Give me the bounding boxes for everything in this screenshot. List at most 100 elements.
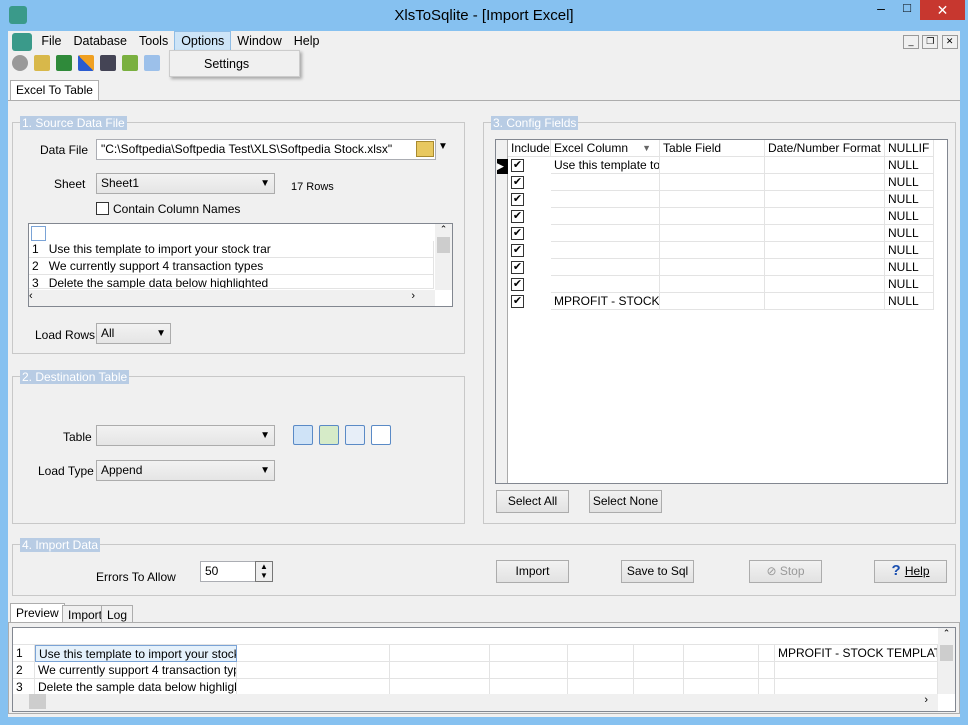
- format-cell[interactable]: [765, 174, 885, 191]
- table-field-cell[interactable]: [660, 225, 765, 242]
- excel-column-cell[interactable]: [551, 225, 660, 242]
- table-select[interactable]: ▼: [96, 425, 275, 446]
- window-icon[interactable]: [122, 55, 138, 71]
- preview-cell[interactable]: [684, 645, 759, 662]
- mdi-restore-button[interactable]: ❐: [922, 35, 939, 49]
- view-table-icon[interactable]: [345, 425, 365, 445]
- format-cell[interactable]: [765, 293, 885, 310]
- select-none-button[interactable]: Select None: [589, 490, 662, 513]
- help-button[interactable]: ? Help: [874, 560, 947, 583]
- list-icon[interactable]: [144, 55, 160, 71]
- data-file-dropdown-icon[interactable]: ▼: [438, 141, 448, 152]
- nullif-cell[interactable]: NULL: [885, 191, 934, 208]
- include-checkbox[interactable]: ✔: [511, 295, 524, 308]
- include-checkbox[interactable]: ✔: [511, 261, 524, 274]
- nullif-cell[interactable]: NULL: [885, 174, 934, 191]
- format-cell[interactable]: [765, 191, 885, 208]
- mdi-minimize-button[interactable]: _: [903, 35, 919, 49]
- nullif-cell[interactable]: NULL: [885, 242, 934, 259]
- nullif-cell[interactable]: NULL: [885, 276, 934, 293]
- stop-button[interactable]: ⊘ Stop: [749, 560, 822, 583]
- load-rows-select[interactable]: All ▼: [96, 323, 171, 344]
- column-header-table-field[interactable]: Table Field: [660, 140, 765, 157]
- preview-cell[interactable]: [490, 662, 568, 679]
- format-cell[interactable]: [765, 242, 885, 259]
- table-field-cell[interactable]: [660, 174, 765, 191]
- excel-column-cell[interactable]: [551, 174, 660, 191]
- preview-cell[interactable]: [775, 662, 938, 679]
- menu-item-settings[interactable]: Settings: [170, 51, 299, 71]
- lock-delete-icon[interactable]: [34, 55, 50, 71]
- preview-cell[interactable]: [237, 662, 390, 679]
- excel-column-cell[interactable]: [551, 276, 660, 293]
- include-checkbox[interactable]: ✔: [511, 227, 524, 240]
- excel-column-cell[interactable]: [551, 191, 660, 208]
- preview-cell[interactable]: [390, 645, 490, 662]
- errors-stepper[interactable]: ▲ ▼: [255, 561, 273, 582]
- wand-icon[interactable]: [78, 55, 94, 71]
- select-all-cell[interactable]: [31, 226, 46, 241]
- vertical-scrollbar[interactable]: ⌃: [435, 224, 452, 290]
- minimize-button[interactable]: –: [868, 0, 894, 20]
- mdi-close-button[interactable]: ✕: [941, 35, 958, 49]
- column-header-excel-column[interactable]: Excel Column ▼: [551, 140, 660, 157]
- tab-preview[interactable]: Preview: [10, 603, 65, 623]
- preview-cell[interactable]: [237, 645, 390, 662]
- column-header-nullif[interactable]: NULLIF: [885, 140, 934, 157]
- browse-folder-icon[interactable]: [416, 141, 434, 157]
- excel-column-cell[interactable]: [551, 208, 660, 225]
- menu-help[interactable]: Help: [288, 32, 326, 50]
- grid-row[interactable]: 2 We currently support 4 transaction typ…: [29, 258, 434, 275]
- preview-cell[interactable]: [490, 645, 568, 662]
- nullif-cell[interactable]: NULL: [885, 293, 934, 310]
- format-cell[interactable]: [765, 259, 885, 276]
- excel-column-cell[interactable]: MPROFIT - STOCK...: [551, 293, 660, 310]
- preview-cell[interactable]: We currently support 4 transaction types: [35, 662, 237, 679]
- nullif-cell[interactable]: NULL: [885, 225, 934, 242]
- preview-cell[interactable]: [390, 662, 490, 679]
- nullif-cell[interactable]: NULL: [885, 208, 934, 225]
- excel-column-cell[interactable]: [551, 242, 660, 259]
- preview-cell[interactable]: Use this template to import your stock t…: [35, 645, 237, 662]
- table-field-cell[interactable]: [660, 157, 765, 174]
- preview-vertical-scrollbar[interactable]: ⌃: [938, 628, 955, 694]
- excel-column-cell[interactable]: Use this template to...: [551, 157, 660, 174]
- load-type-select[interactable]: Append ▼: [96, 460, 275, 481]
- horizontal-scrollbar[interactable]: ‹ ›: [29, 290, 435, 306]
- nullif-cell[interactable]: NULL: [885, 259, 934, 276]
- close-button[interactable]: ✕: [920, 0, 965, 20]
- menu-window[interactable]: Window: [231, 32, 287, 50]
- include-checkbox[interactable]: ✔: [511, 193, 524, 206]
- save-to-sql-button[interactable]: Save to Sql: [621, 560, 694, 583]
- preview-cell[interactable]: [759, 645, 775, 662]
- format-cell[interactable]: [765, 208, 885, 225]
- import-button[interactable]: Import: [496, 560, 569, 583]
- preview-cell[interactable]: [759, 662, 775, 679]
- maximize-button[interactable]: □: [894, 0, 920, 20]
- contain-column-names-checkbox[interactable]: [96, 202, 109, 215]
- preview-horizontal-scrollbar[interactable]: ›: [13, 694, 938, 711]
- column-header-format[interactable]: Date/Number Format: [765, 140, 885, 157]
- user-icon[interactable]: [12, 55, 28, 71]
- tab-excel-to-table[interactable]: Excel To Table: [10, 80, 99, 101]
- preview-cell[interactable]: [568, 662, 634, 679]
- tab-log[interactable]: Log: [101, 605, 134, 623]
- format-cell[interactable]: [765, 276, 885, 293]
- include-checkbox[interactable]: ✔: [511, 244, 524, 257]
- table-field-cell[interactable]: [660, 191, 765, 208]
- format-cell[interactable]: [765, 157, 885, 174]
- grid-row[interactable]: 3 Delete the sample data below highlight…: [29, 275, 434, 289]
- excel-column-cell[interactable]: [551, 259, 660, 276]
- refresh-table-icon[interactable]: [319, 425, 339, 445]
- menu-database[interactable]: Database: [68, 32, 134, 50]
- menu-tools[interactable]: Tools: [133, 32, 174, 50]
- nullif-cell[interactable]: NULL: [885, 157, 934, 174]
- data-file-input[interactable]: "C:\Softpedia\Softpedia Test\XLS\Softped…: [96, 139, 436, 160]
- include-checkbox[interactable]: ✔: [511, 159, 524, 172]
- sheet-select[interactable]: Sheet1 ▼: [96, 173, 275, 194]
- format-cell[interactable]: [765, 225, 885, 242]
- preview-cell[interactable]: MPROFIT - STOCK TEMPLATE -: [775, 645, 938, 662]
- preview-cell[interactable]: [684, 662, 759, 679]
- select-all-button[interactable]: Select All: [496, 490, 569, 513]
- menu-file[interactable]: File: [35, 32, 67, 50]
